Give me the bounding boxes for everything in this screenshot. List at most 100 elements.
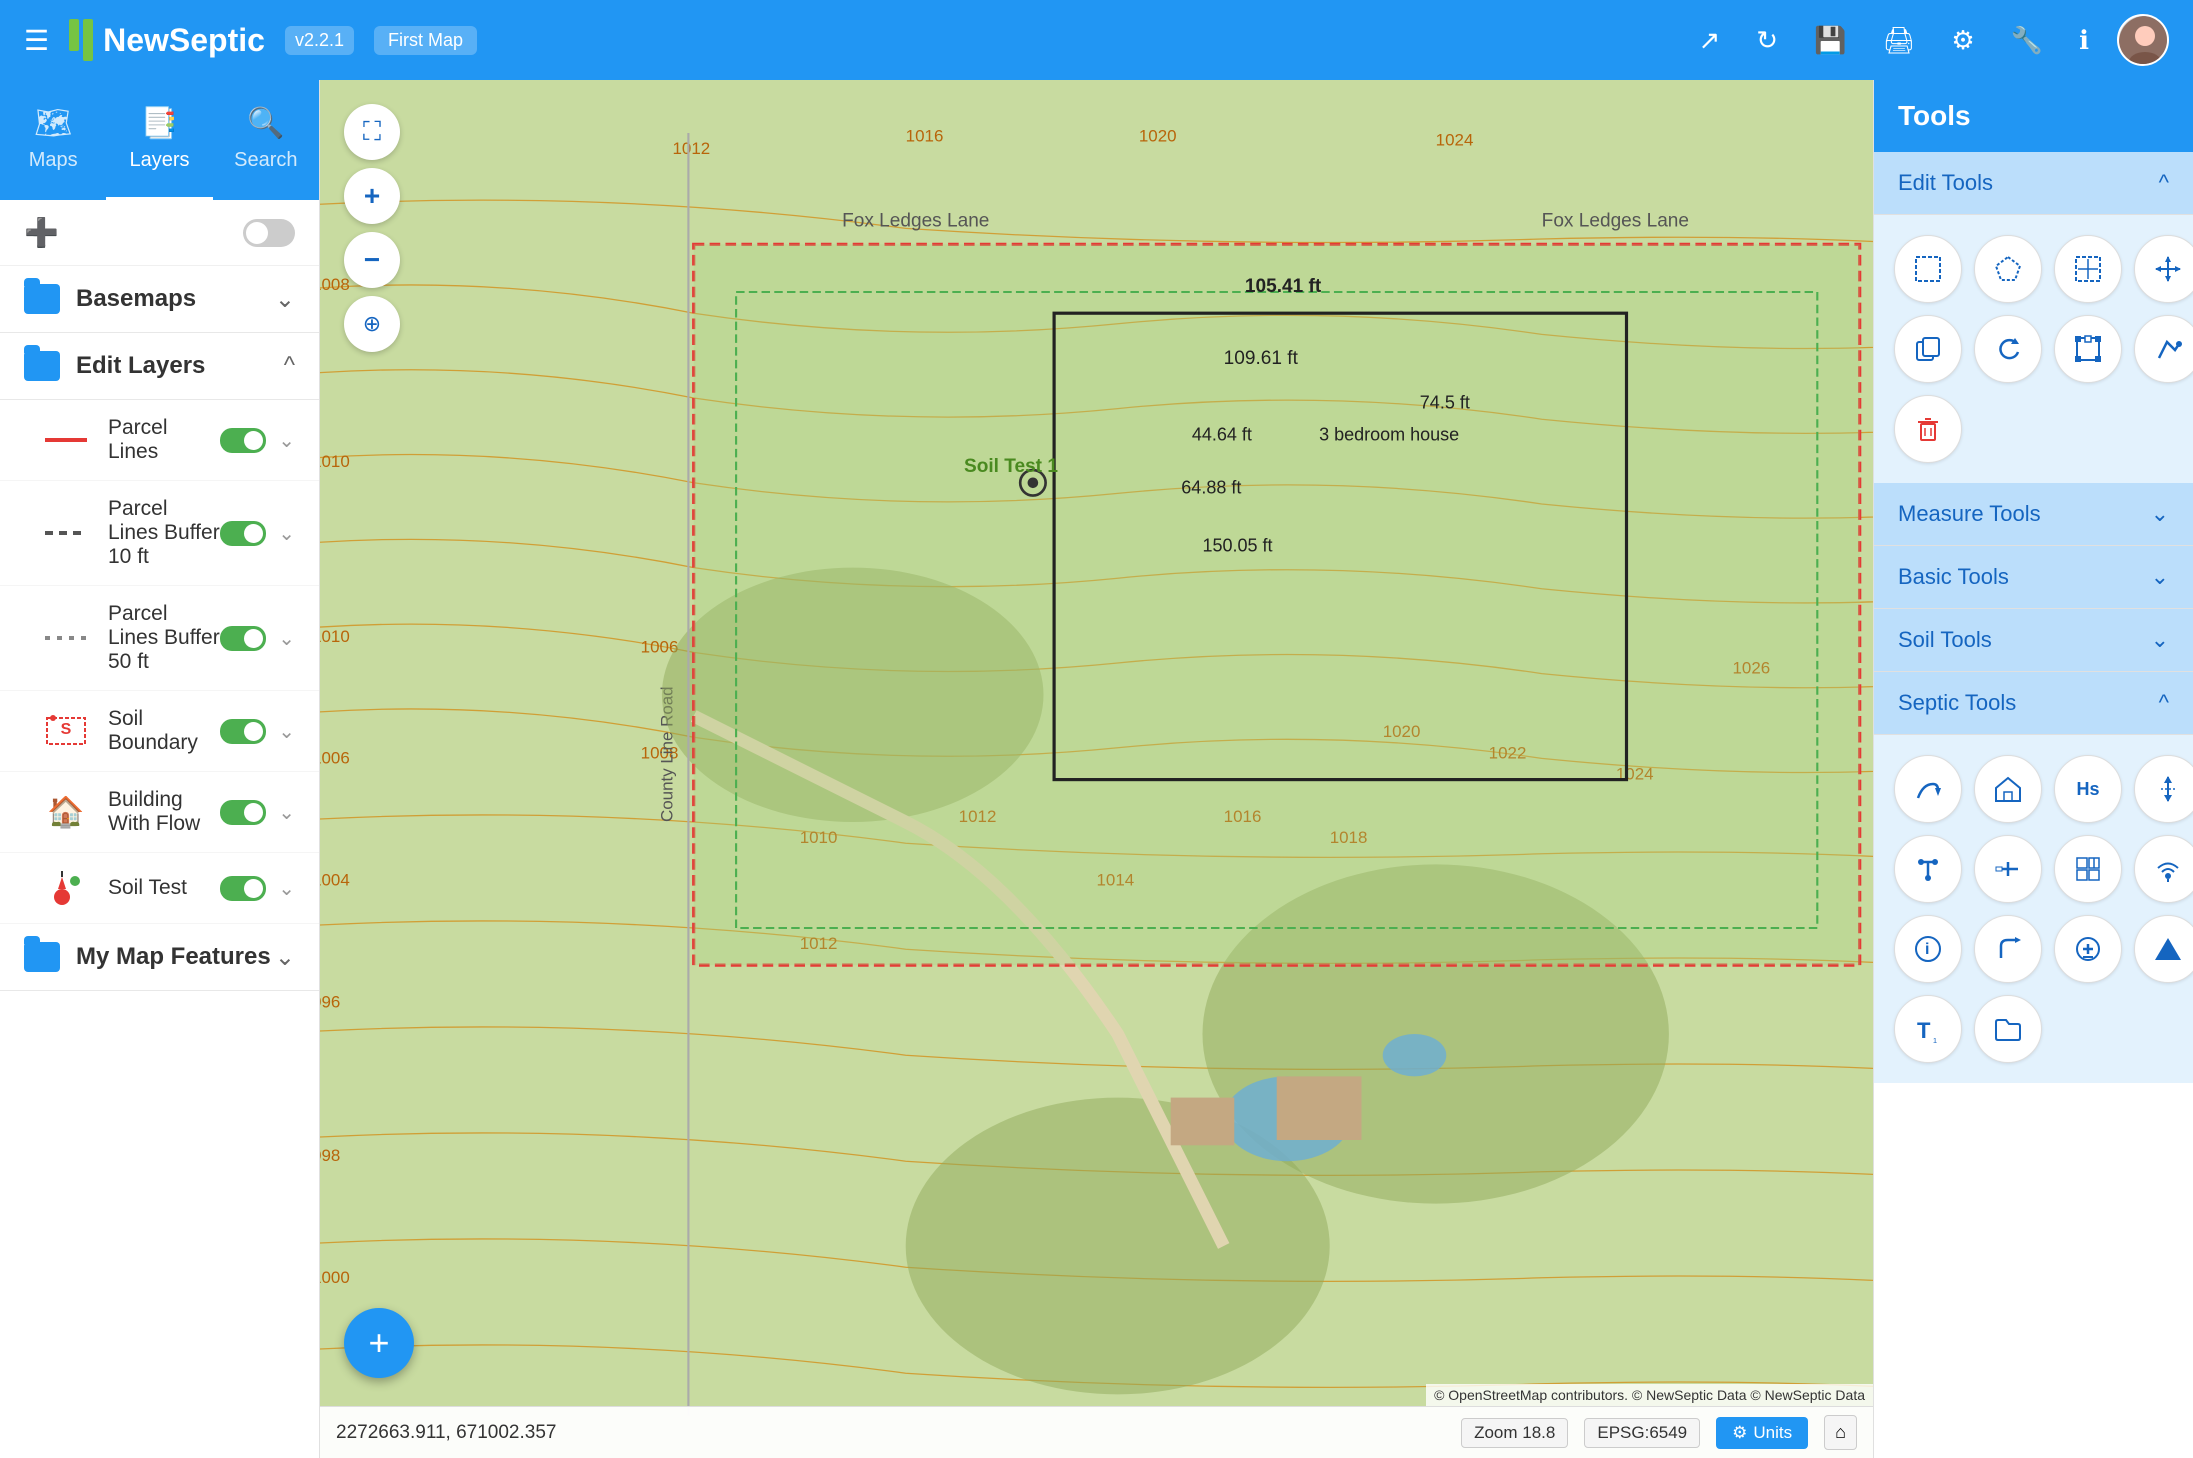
basic-tools-chevron: ⌄ [2151,564,2169,590]
parcel-buffer-50-chevron: ⌄ [278,626,295,651]
tab-search[interactable]: 🔍 Search [213,80,319,200]
map-bottom-bar: 2272663.911, 671002.357 Zoom 18.8 EPSG:6… [320,1406,1873,1458]
layer-item-soil-boundary[interactable]: S Soil Boundary ⌄ [0,691,319,772]
share-icon[interactable]: ↗ [1690,17,1728,64]
measure-tools-section[interactable]: Measure Tools ⌄ [1874,483,2193,546]
septic-info-tool[interactable]: i [1894,915,1962,983]
septic-updown-tool[interactable] [2134,755,2193,823]
map-name-badge[interactable]: First Map [374,26,477,55]
edit-shape-tool[interactable] [2054,315,2122,383]
layers-tab-icon: 📑 [141,106,178,141]
soil-tools-title: Soil Tools [1898,627,2151,653]
septic-tools-grid: Hs [1874,735,2193,1083]
tab-layers[interactable]: 📑 Layers [106,80,212,200]
layer-item-parcel-buffer-10[interactable]: Parcel Lines Buffer 10 ft ⌄ [0,481,319,586]
fullscreen-btn[interactable]: ⛶ [344,104,400,160]
septic-dashline-tool[interactable] [1974,835,2042,903]
map-controls: ⛶ + − ⊕ [344,104,400,352]
layer-toggle-row: ➕ [0,200,319,266]
edit-tools-section[interactable]: Edit Tools ^ [1874,152,2193,215]
layer-item-soil-test[interactable]: Soil Test ⌄ [0,853,319,924]
snap-tool[interactable] [2134,315,2193,383]
save-icon[interactable]: 💾 [1806,17,1854,64]
svg-text:150.05 ft: 150.05 ft [1203,536,1273,556]
building-with-flow-toggle[interactable] [220,800,266,825]
septic-tools-title: Septic Tools [1898,690,2159,716]
svg-text:3 bedroom house: 3 bedroom house [1319,424,1459,444]
layer-add-icon[interactable]: ➕ [24,216,59,249]
print-icon[interactable]: 🖨 [1874,17,1923,64]
my-map-features-folder-icon [24,942,60,972]
refresh-icon[interactable]: ↻ [1748,17,1786,64]
septic-hs-tool[interactable]: Hs [2054,755,2122,823]
svg-text:109.61 ft: 109.61 ft [1224,348,1299,369]
septic-drain-field-tool[interactable] [1894,755,1962,823]
settings-icon[interactable]: ⚙ [1943,17,1982,64]
septic-grid-tool[interactable] [2054,835,2122,903]
layer-item-parcel-buffer-50[interactable]: Parcel Lines Buffer 50 ft ⌄ [0,586,319,691]
basemaps-title: Basemaps [76,285,275,313]
delete-tool[interactable] [1894,395,1962,463]
septic-plus-circle-tool[interactable] [2054,915,2122,983]
edit-layers-section[interactable]: Edit Layers ^ [0,333,319,400]
units-button[interactable]: ⚙ Units [1716,1417,1808,1449]
select-polygon-tool[interactable] [1974,235,2042,303]
info-icon[interactable]: ℹ [2071,17,2097,64]
global-toggle[interactable] [243,219,295,247]
soil-boundary-toggle[interactable] [220,719,266,744]
layer-item-building-with-flow[interactable]: 🏠 Building With Flow ⌄ [0,772,319,853]
maps-tab-icon: 🗺 [34,106,72,141]
my-map-features-section[interactable]: My Map Features ⌄ [0,924,319,991]
measure-tools-title: Measure Tools [1898,501,2151,527]
septic-folder-tool[interactable] [1974,995,2042,1063]
menu-icon[interactable]: ☰ [24,24,49,57]
select-box-tool[interactable] [1894,235,1962,303]
building-with-flow-icon: 🏠 [40,795,92,830]
sidebar: 🗺 Maps 📑 Layers 🔍 Search ➕ Basemaps [0,80,320,1458]
zoom-out-btn[interactable]: − [344,232,400,288]
svg-text:996: 996 [320,993,340,1012]
zoom-in-btn[interactable]: + [344,168,400,224]
septic-turn-tool[interactable] [1974,915,2042,983]
basic-tools-section[interactable]: Basic Tools ⌄ [1874,546,2193,609]
map-area[interactable]: 1008 1012 1016 1020 1024 1010 1010 1006 … [320,80,1873,1458]
map-add-fab[interactable]: + [344,1308,414,1378]
user-avatar[interactable] [2117,14,2169,66]
svg-text:1010: 1010 [320,452,350,471]
layers-tab-label: Layers [129,149,189,172]
septic-triangle-tool[interactable] [2134,915,2193,983]
soil-test-toggle[interactable] [220,876,266,901]
rotate-tool[interactable] [1974,315,2042,383]
parcel-lines-toggle[interactable] [220,428,266,453]
soil-tools-section[interactable]: Soil Tools ⌄ [1874,609,2193,672]
logo-bars [69,19,93,61]
move-tool[interactable] [2134,235,2193,303]
septic-signal-tool[interactable] [2134,835,2193,903]
fox-ledges-label: Fox Ledges Lane [842,210,989,231]
soil-boundary-chevron: ⌄ [278,719,295,744]
layer-item-parcel-lines[interactable]: Parcel Lines ⌄ [0,400,319,481]
parcel-lines-label: Parcel Lines [108,416,220,464]
map-attribution: © OpenStreetMap contributors. © NewSepti… [1426,1384,1873,1406]
location-btn[interactable]: ⊕ [344,296,400,352]
parcel-buffer-50-toggle[interactable] [220,626,266,651]
septic-text-t-tool[interactable]: T ₁ [1894,995,1962,1063]
main-layout: 🗺 Maps 📑 Layers 🔍 Search ➕ Basemaps [0,80,2193,1458]
app-header: ☰ NewSeptic v2.2.1 First Map ↗ ↻ 💾 🖨 ⚙ 🔧… [0,0,2193,80]
svg-text:1024: 1024 [1436,131,1474,150]
septic-tools-section[interactable]: Septic Tools ^ [1874,672,2193,735]
svg-text:1000: 1000 [320,1268,350,1287]
tab-maps[interactable]: 🗺 Maps [0,80,106,200]
home-button[interactable]: ⌂ [1824,1415,1857,1450]
edit-layers-chevron: ^ [284,352,295,380]
svg-text:S: S [61,721,72,738]
nav-tabs: 🗺 Maps 📑 Layers 🔍 Search [0,80,319,200]
parcel-buffer-10-toggle[interactable] [220,521,266,546]
copy-tool[interactable] [1894,315,1962,383]
septic-t-tool[interactable] [1894,835,1962,903]
basemaps-section[interactable]: Basemaps ⌄ [0,266,319,333]
tools-icon[interactable]: 🔧 [2003,17,2051,64]
svg-text:1016: 1016 [906,126,944,145]
septic-house-tool[interactable] [1974,755,2042,823]
select-point-tool[interactable] [2054,235,2122,303]
